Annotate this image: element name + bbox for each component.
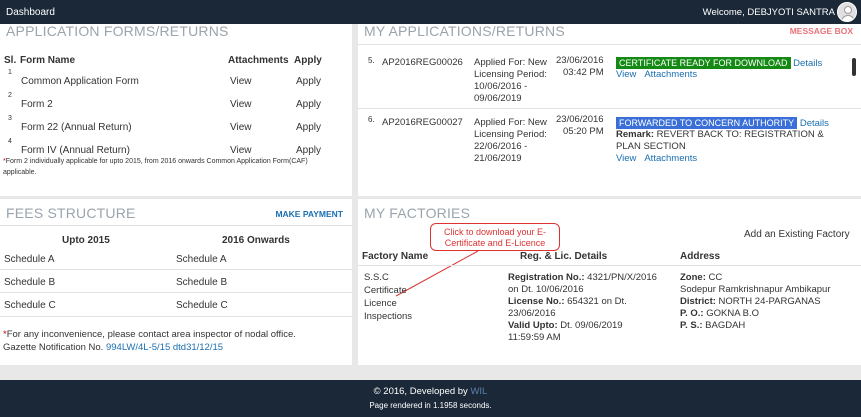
gazette-link[interactable]: 994LW/4L-5/15 dtd31/12/15 xyxy=(106,342,223,353)
forms-note: *Form 2 individually applicable for upto… xyxy=(3,158,308,176)
inspections-link[interactable]: Inspections xyxy=(364,311,412,323)
fees-structure-panel: FEES STRUCTURE MAKE PAYMENT Upto 2015 20… xyxy=(0,199,352,365)
item-sl: 6. xyxy=(368,115,375,124)
avatar-icon[interactable] xyxy=(837,2,857,22)
attachments-link[interactable]: Attachments xyxy=(644,69,697,80)
view-link[interactable]: View xyxy=(230,145,252,156)
application-id-link[interactable]: AP2016REG00026 xyxy=(382,57,463,69)
application-id-link[interactable]: AP2016REG00027 xyxy=(382,117,463,129)
details-link[interactable]: Details xyxy=(793,58,822,69)
item-sl: 5. xyxy=(368,56,375,65)
schedule-link[interactable]: Schedule C xyxy=(176,300,228,311)
certificate-link[interactable]: Certificate xyxy=(364,285,407,297)
form-name: Form IV (Annual Return) xyxy=(21,145,130,156)
form-name: Form 2 xyxy=(21,99,53,110)
factory-address: Zone: CC Sodepur Ramkrishnapur Ambikapur… xyxy=(680,272,831,331)
top-bar: Dashboard Welcome, DEBJYOTI SANTRA xyxy=(0,0,861,24)
col-upto-2015: Upto 2015 xyxy=(62,235,110,246)
form-sl: 1 xyxy=(8,69,12,76)
application-date: 23/06/2016 xyxy=(556,55,604,66)
scrollbar-thumb[interactable] xyxy=(852,58,856,76)
attachments-link[interactable]: Attachments xyxy=(644,153,697,164)
message-box-link[interactable]: MESSAGE BOX xyxy=(790,26,853,36)
application-time: 05:20 PM xyxy=(563,126,604,137)
form-sl: 2 xyxy=(8,92,12,99)
status-badge: CERTIFICATE READY FOR DOWNLOAD xyxy=(616,57,791,69)
my-factories-panel: MY FACTORIES Click to download your E- C… xyxy=(358,199,861,365)
dashboard-link[interactable]: Dashboard xyxy=(6,7,55,18)
apply-link[interactable]: Apply xyxy=(296,145,321,156)
schedule-link[interactable]: Schedule B xyxy=(176,277,227,288)
schedule-link[interactable]: Schedule A xyxy=(176,254,227,265)
view-link[interactable]: View xyxy=(230,122,252,133)
view-link[interactable]: View xyxy=(230,99,252,110)
form-name: Common Application Form xyxy=(21,76,139,87)
col-address: Address xyxy=(680,251,721,262)
footer: © 2016, Developed by WIL Page rendered i… xyxy=(0,380,861,417)
apply-link[interactable]: Apply xyxy=(296,99,321,110)
form-sl: 3 xyxy=(8,115,12,122)
col-form-name: Form Name xyxy=(20,55,76,66)
view-link[interactable]: View xyxy=(616,69,636,80)
apply-link[interactable]: Apply xyxy=(296,76,321,87)
status-badge: FORWARDED TO CONCERN AUTHORITY xyxy=(616,117,798,129)
fees-title: FEES STRUCTURE xyxy=(6,205,136,221)
fees-note: *For any inconvenience, please contact a… xyxy=(3,329,296,353)
add-existing-factory-link[interactable]: Add an Existing Factory xyxy=(744,229,850,240)
col-2016-onwards: 2016 Onwards xyxy=(222,235,290,246)
application-date: 23/06/2016 xyxy=(556,114,604,125)
registration-details: Registration No.: 4321/PN/X/2016 on Dt. … xyxy=(508,272,657,343)
welcome-text: Welcome, DEBJYOTI SANTRA xyxy=(702,7,835,18)
apply-link[interactable]: Apply xyxy=(296,122,321,133)
schedule-link[interactable]: Schedule A xyxy=(4,254,55,265)
licence-link[interactable]: Licence xyxy=(364,298,397,310)
application-forms-panel: APPLICATION FORMS/RETURNS Sl. Form Name … xyxy=(0,23,352,196)
view-link[interactable]: View xyxy=(230,76,252,87)
details-link[interactable]: Details xyxy=(800,118,829,129)
form-sl: 4 xyxy=(8,138,12,145)
col-apply: Apply xyxy=(294,55,322,66)
applications-title: MY APPLICATIONS/RETURNS xyxy=(364,23,565,39)
view-link[interactable]: View xyxy=(616,153,636,164)
col-factory-name: Factory Name xyxy=(362,251,429,262)
application-time: 03:42 PM xyxy=(563,67,604,78)
factory-name: S.S.C xyxy=(364,272,389,283)
make-payment-link[interactable]: MAKE PAYMENT xyxy=(275,209,343,219)
render-time: Page rendered in 1.1958 seconds. xyxy=(369,401,492,410)
schedule-link[interactable]: Schedule C xyxy=(4,300,56,311)
schedule-link[interactable]: Schedule B xyxy=(4,277,55,288)
col-sl: Sl. xyxy=(4,55,17,66)
form-name: Form 22 (Annual Return) xyxy=(21,122,132,133)
forms-title: APPLICATION FORMS/RETURNS xyxy=(6,23,229,39)
my-applications-panel: MY APPLICATIONS/RETURNS MESSAGE BOX 5. A… xyxy=(358,23,861,196)
developer-link[interactable]: WIL xyxy=(470,386,487,397)
col-reg-lic: Reg. & Lic. Details xyxy=(520,251,608,262)
col-attachments: Attachments xyxy=(228,55,289,66)
